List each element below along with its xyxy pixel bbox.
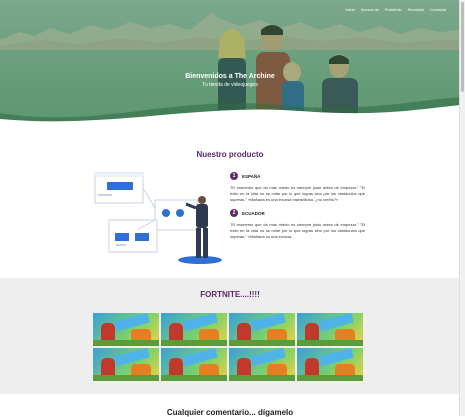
item-text: "El momento que da más miedo es siempre … [230,222,365,239]
top-navigation: Inicio Acerca de Portafolio Servicios Co… [345,7,446,12]
nav-item-inicio[interactable]: Inicio [345,7,354,12]
nav-item-portafolio[interactable]: Portafolio [385,7,402,12]
product-illustration [94,172,222,264]
nav-item-servicios[interactable]: Servicios [408,7,424,12]
gallery-image[interactable] [161,313,227,346]
item-number-badge: 2 [230,209,238,217]
product-section-title: Nuestro producto [196,150,264,159]
page-scrollbar[interactable] [459,0,465,416]
item-label: ECUADOR [242,210,265,216]
hero-wave-divider [0,97,460,125]
gallery-grid [93,313,365,381]
hero-title: Bienvenidos a The Archine [185,73,275,80]
gallery-image[interactable] [297,313,363,346]
hero-banner: Inicio Acerca de Portafolio Servicios Co… [0,0,460,125]
product-item-ecuador: 2 ECUADOR "El momento que da más miedo e… [230,209,365,240]
gallery-image[interactable] [93,313,159,346]
gallery-image[interactable] [93,348,159,381]
nav-item-acerca[interactable]: Acerca de [361,7,379,12]
hero-subtitle: Tu tienda de videojuegos [202,82,258,88]
item-label: ESPAÑA [242,173,261,179]
gallery-image[interactable] [229,348,295,381]
nav-item-contacto[interactable]: Contacto [430,7,446,12]
gallery-image[interactable] [297,348,363,381]
gallery-image[interactable] [161,348,227,381]
scrollbar-thumb[interactable] [461,2,464,92]
item-number-badge: 1 [230,172,238,180]
gallery-image[interactable] [229,313,295,346]
item-text: "El momento que da más miedo es siempre … [230,185,365,202]
gallery-title: FORTNITE....!!!! [200,290,260,299]
product-item-espana: 1 ESPAÑA "El momento que da más miedo es… [230,172,365,203]
